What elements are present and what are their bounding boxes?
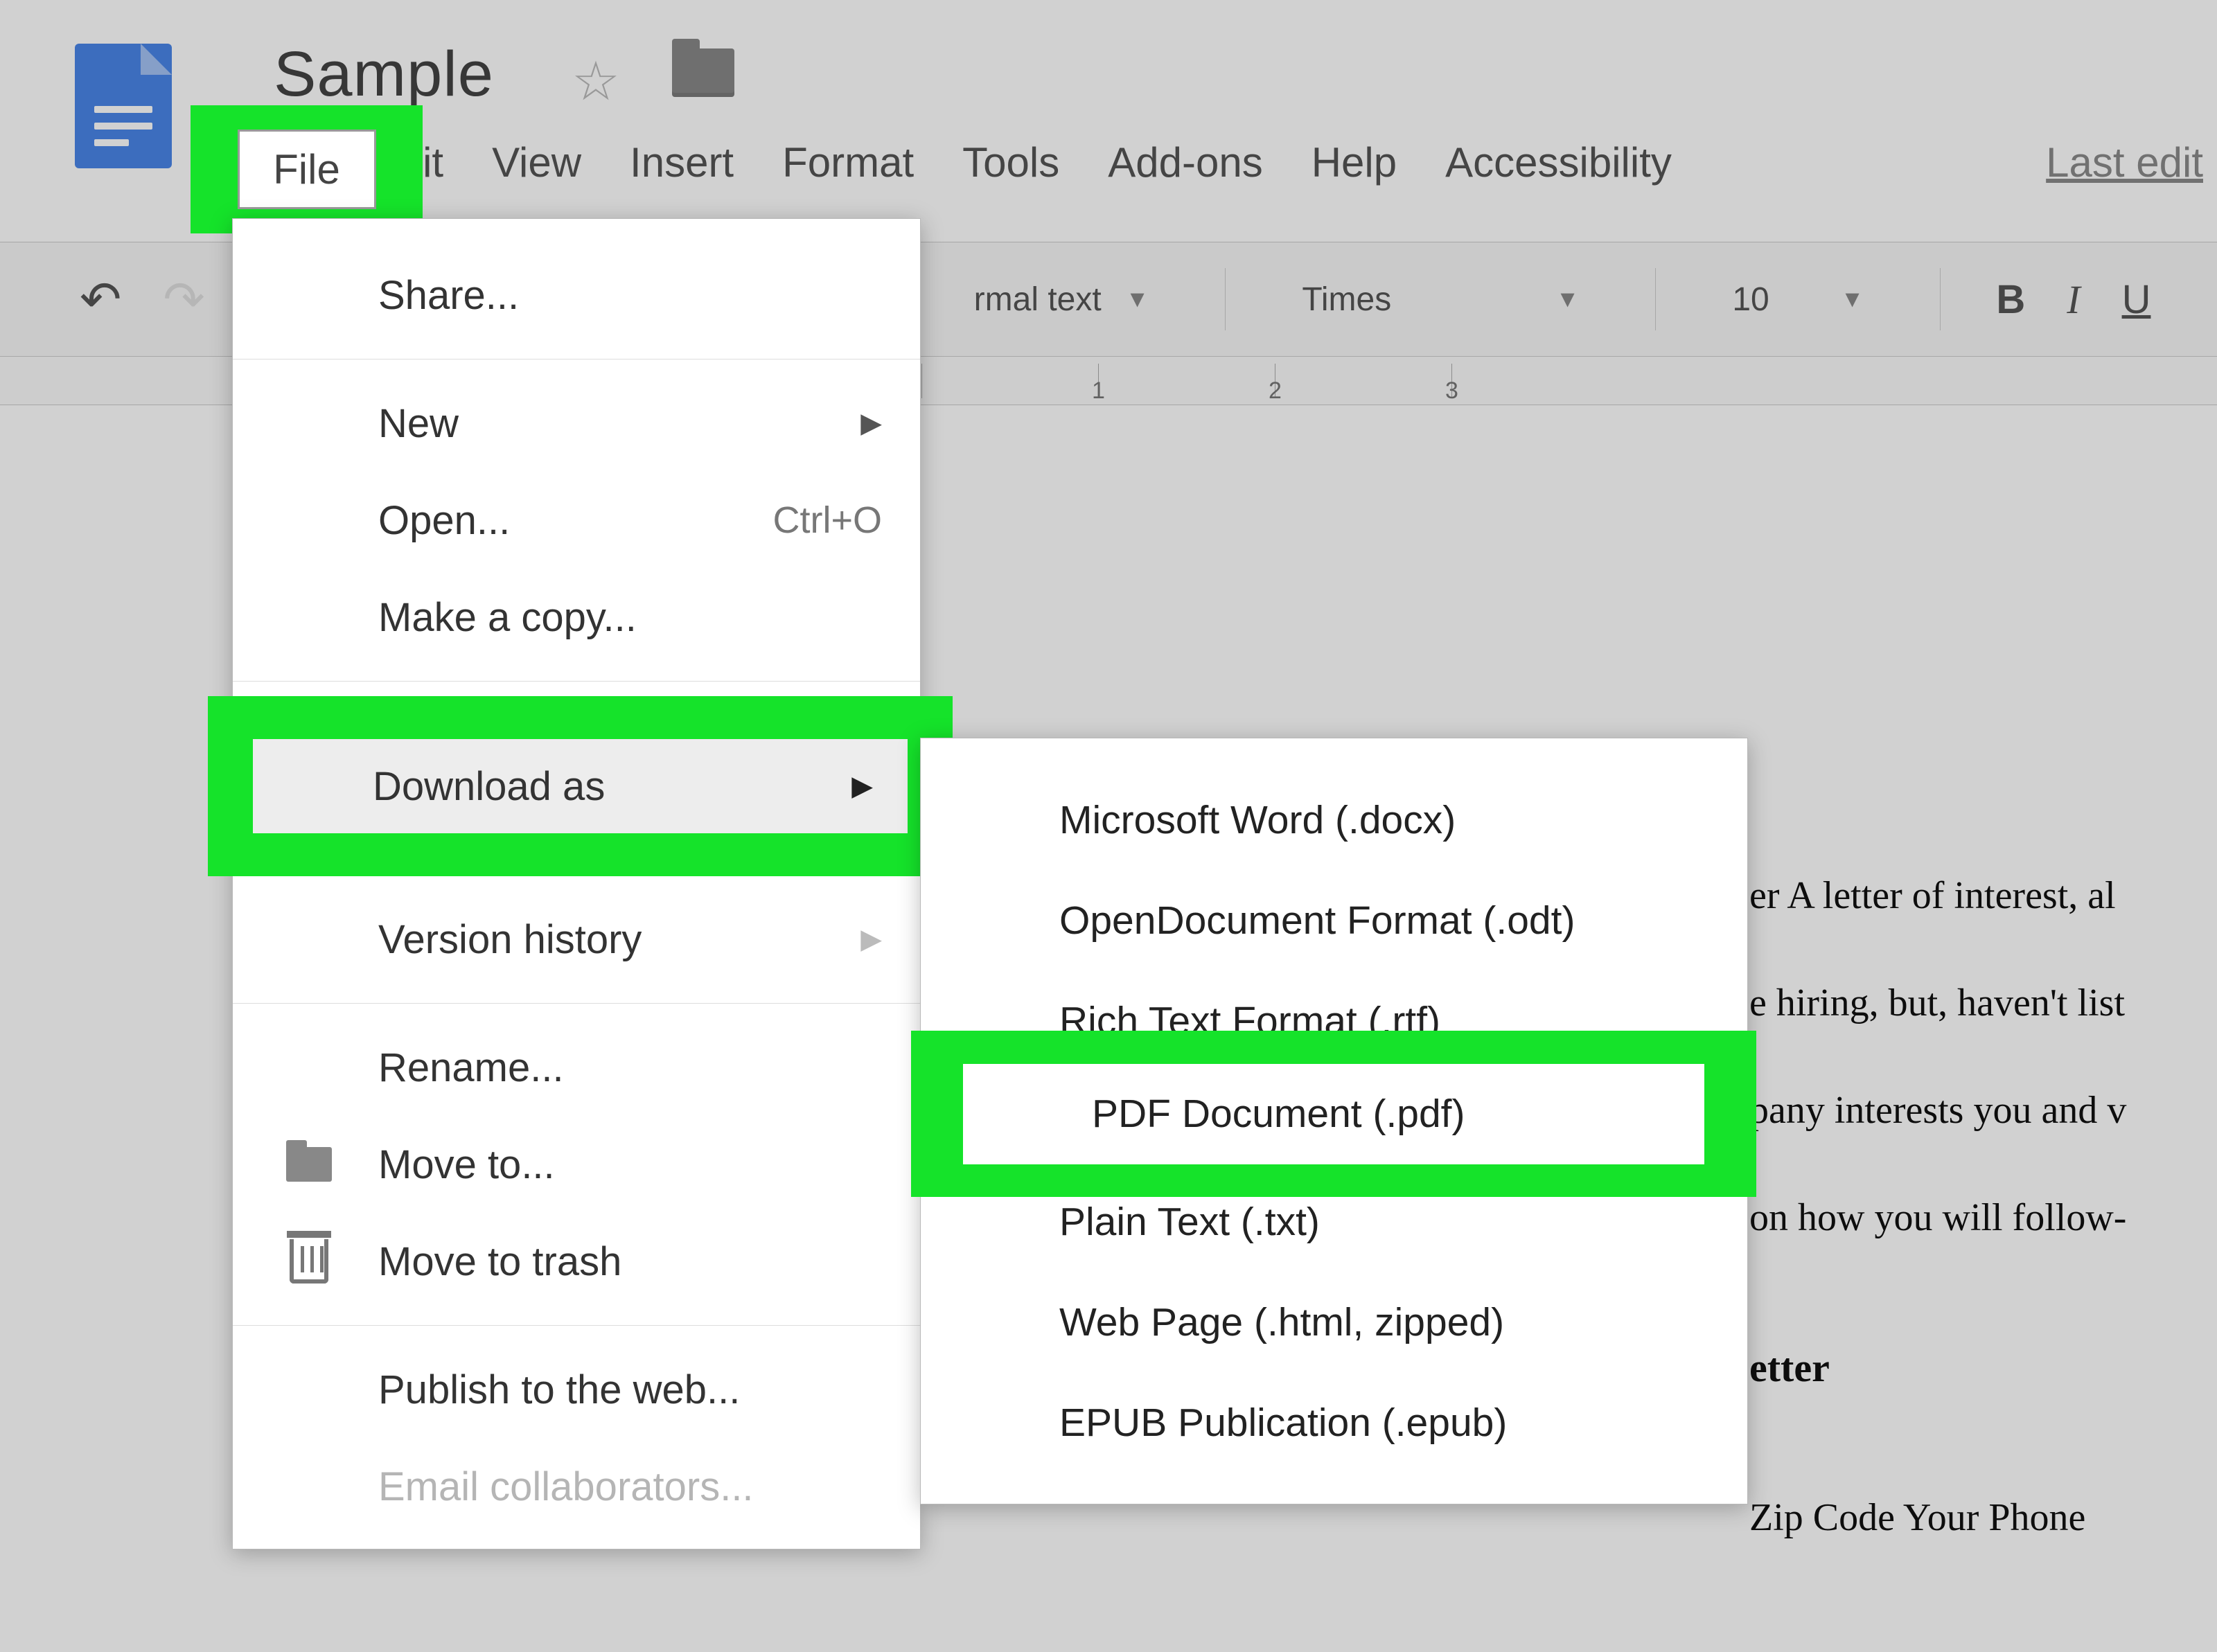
doc-text: pany interests you and v	[1749, 1089, 2126, 1132]
chevron-down-icon: ▼	[1556, 286, 1580, 313]
menu-row-label: New	[378, 400, 459, 447]
menu-divider	[233, 1325, 920, 1326]
submenu-row-epub[interactable]: EPUB Publication (.epub)	[921, 1372, 1747, 1473]
doc-text: e hiring, but, haven't list	[1749, 982, 2125, 1024]
menu-bar: File Edit View Insert Format Tools Add-o…	[256, 139, 2217, 186]
trash-icon	[285, 1237, 333, 1286]
submenu-arrow-icon: ▶	[851, 770, 873, 802]
menu-row-label: Share...	[378, 272, 519, 319]
doc-text: Zip Code Your Phone	[1749, 1496, 2085, 1539]
menu-row-label: Move to...	[378, 1142, 555, 1188]
doc-text: er A letter of interest, al	[1749, 874, 2116, 917]
submenu-row-docx[interactable]: Microsoft Word (.docx)	[921, 770, 1747, 870]
submenu-arrow-icon: ▶	[860, 923, 882, 955]
bold-button[interactable]: B	[1996, 276, 2025, 323]
menu-row-label: Move to trash	[378, 1238, 621, 1285]
star-icon[interactable]: ☆	[572, 50, 620, 113]
submenu-row-html[interactable]: Web Page (.html, zipped)	[921, 1272, 1747, 1372]
menu-row-email-collaborators: Email collaborators...	[233, 1438, 920, 1535]
menu-row-publish[interactable]: Publish to the web...	[233, 1341, 920, 1438]
menu-item-insert[interactable]: Insert	[630, 139, 734, 186]
font-family-label: Times	[1302, 281, 1391, 319]
paragraph-style-dropdown[interactable]: rmal text ▼	[953, 281, 1170, 319]
ruler-tick-label: 3	[1445, 378, 1458, 405]
ruler-tick-label: 1	[1092, 378, 1105, 405]
menu-row-move-to[interactable]: Move to...	[233, 1116, 920, 1213]
folder-icon	[285, 1140, 333, 1189]
submenu-row-label: Web Page (.html, zipped)	[1059, 1299, 1504, 1345]
menu-item-view[interactable]: View	[492, 139, 581, 186]
last-edit-link[interactable]: Last edit	[2046, 139, 2203, 186]
menu-item-file-highlighted[interactable]: File	[238, 130, 376, 209]
menu-item-help[interactable]: Help	[1311, 139, 1397, 186]
menu-row-label: Download as	[373, 763, 605, 810]
ruler-tick-label: 2	[1269, 378, 1282, 405]
menu-row-label: File	[273, 145, 340, 193]
menu-row-label: Open...	[378, 497, 510, 544]
menu-row-rename[interactable]: Rename...	[233, 1019, 920, 1116]
menu-row-label: Version history	[378, 916, 642, 963]
tutorial-highlight-pdf: PDF Document (.pdf)	[911, 1031, 1756, 1197]
submenu-row-odt[interactable]: OpenDocument Format (.odt)	[921, 870, 1747, 970]
menu-row-label: Rename...	[378, 1045, 564, 1091]
menu-divider	[233, 681, 920, 682]
submenu-arrow-icon: ▶	[860, 407, 882, 439]
menu-row-share[interactable]: Share...	[233, 247, 920, 344]
menu-item-accessibility[interactable]: Accessibility	[1445, 139, 1672, 186]
submenu-row-label: PDF Document (.pdf)	[1092, 1091, 1465, 1137]
doc-text: etter	[1749, 1345, 1830, 1390]
move-folder-icon[interactable]	[672, 48, 734, 97]
tutorial-highlight-file: File	[191, 105, 423, 233]
chevron-down-icon: ▼	[1841, 286, 1864, 313]
menu-row-download-as-highlighted[interactable]: Download as ▶	[253, 739, 908, 833]
menu-row-shortcut: Ctrl+O	[772, 499, 882, 542]
menu-row-open[interactable]: Open... Ctrl+O	[233, 472, 920, 569]
menu-divider	[233, 1003, 920, 1004]
chevron-down-icon: ▼	[1126, 286, 1149, 313]
submenu-row-label: EPUB Publication (.epub)	[1059, 1400, 1507, 1446]
menu-row-label: Publish to the web...	[378, 1367, 740, 1413]
doc-text: on how you will follow-	[1749, 1196, 2126, 1239]
menu-item-addons[interactable]: Add-ons	[1108, 139, 1262, 186]
menu-item-format[interactable]: Format	[782, 139, 914, 186]
menu-row-move-to-trash[interactable]: Move to trash	[233, 1213, 920, 1310]
submenu-row-label: Microsoft Word (.docx)	[1059, 797, 1456, 843]
menu-row-label: Make a copy...	[378, 594, 637, 641]
font-family-dropdown[interactable]: Times ▼	[1281, 281, 1600, 319]
font-size-label: 10	[1732, 281, 1769, 319]
menu-item-tools[interactable]: Tools	[962, 139, 1059, 186]
paragraph-style-label: rmal text	[974, 281, 1102, 319]
submenu-row-label: OpenDocument Format (.odt)	[1059, 898, 1575, 943]
underline-button[interactable]: U	[2122, 276, 2151, 323]
undo-button[interactable]: ↶	[80, 270, 121, 328]
docs-logo-icon[interactable]	[75, 44, 172, 168]
document-title[interactable]: Sample	[274, 38, 494, 111]
font-size-dropdown[interactable]: 10 ▼	[1711, 281, 1884, 319]
menu-row-make-copy[interactable]: Make a copy...	[233, 569, 920, 666]
submenu-row-pdf-highlighted[interactable]: PDF Document (.pdf)	[963, 1064, 1704, 1164]
menu-row-new[interactable]: New ▶	[233, 375, 920, 472]
menu-row-label: Email collaborators...	[378, 1464, 754, 1510]
menu-row-version-history[interactable]: Version history ▶	[233, 891, 920, 988]
file-menu-dropdown: Share... New ▶ Open... Ctrl+O Make a copy.…	[232, 218, 921, 1549]
submenu-row-label: Plain Text (.txt)	[1059, 1199, 1320, 1245]
italic-button[interactable]: I	[2067, 276, 2080, 323]
redo-button[interactable]: ↷	[163, 270, 204, 328]
tutorial-highlight-download-as: Download as ▶	[208, 696, 953, 876]
